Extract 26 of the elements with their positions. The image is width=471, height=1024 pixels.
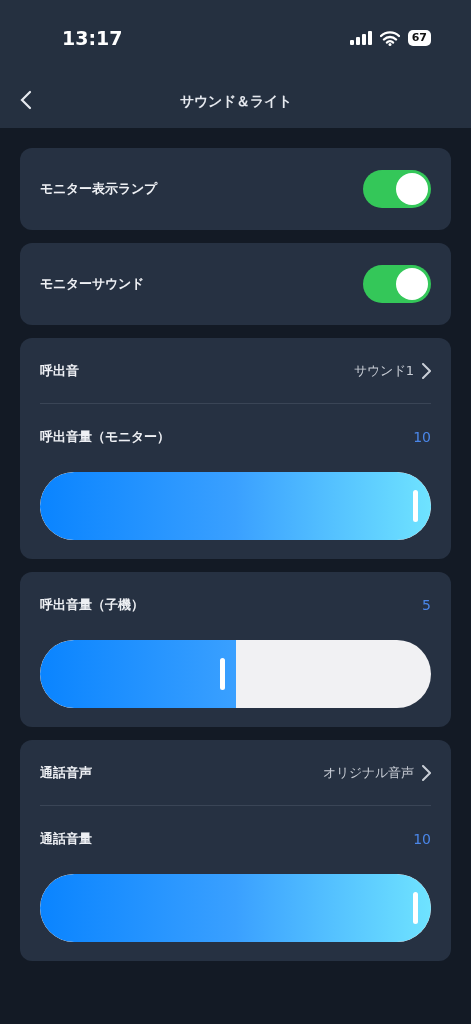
- slider-thumb[interactable]: [413, 892, 418, 924]
- back-icon[interactable]: [20, 90, 32, 110]
- setting-label: モニターサウンド: [40, 275, 144, 293]
- toggle-switch[interactable]: [363, 265, 431, 303]
- setting-label: 通話音声: [40, 763, 92, 782]
- battery-level: 67: [407, 30, 431, 46]
- setting-label: 呼出音: [40, 361, 79, 380]
- volume-slider-fill[interactable]: [40, 640, 236, 708]
- volume-reading: 5: [422, 597, 431, 613]
- slider-thumb[interactable]: [219, 658, 225, 690]
- chevron-right-icon: [422, 362, 431, 379]
- wifi-icon: [379, 30, 400, 46]
- setting-value-link[interactable]: サウンド1: [353, 361, 431, 380]
- signal-icon: [349, 31, 372, 45]
- volume-reading: 10: [413, 831, 431, 847]
- screen-title: サウンド＆ライト: [179, 93, 292, 111]
- setting-label: モニター表示ランプ: [40, 180, 157, 198]
- setting-label: 通話音量: [40, 830, 92, 848]
- setting-value-link[interactable]: オリジナル音声: [323, 763, 431, 782]
- volume-reading: 10: [413, 429, 431, 445]
- setting-label: 呼出音量（子機）: [40, 596, 144, 614]
- chevron-right-icon: [422, 764, 431, 781]
- toggle-switch[interactable]: [363, 170, 431, 208]
- slider-thumb[interactable]: [413, 490, 418, 522]
- status-time: 13:17: [62, 27, 123, 49]
- setting-label: 呼出音量（モニター）: [40, 428, 170, 446]
